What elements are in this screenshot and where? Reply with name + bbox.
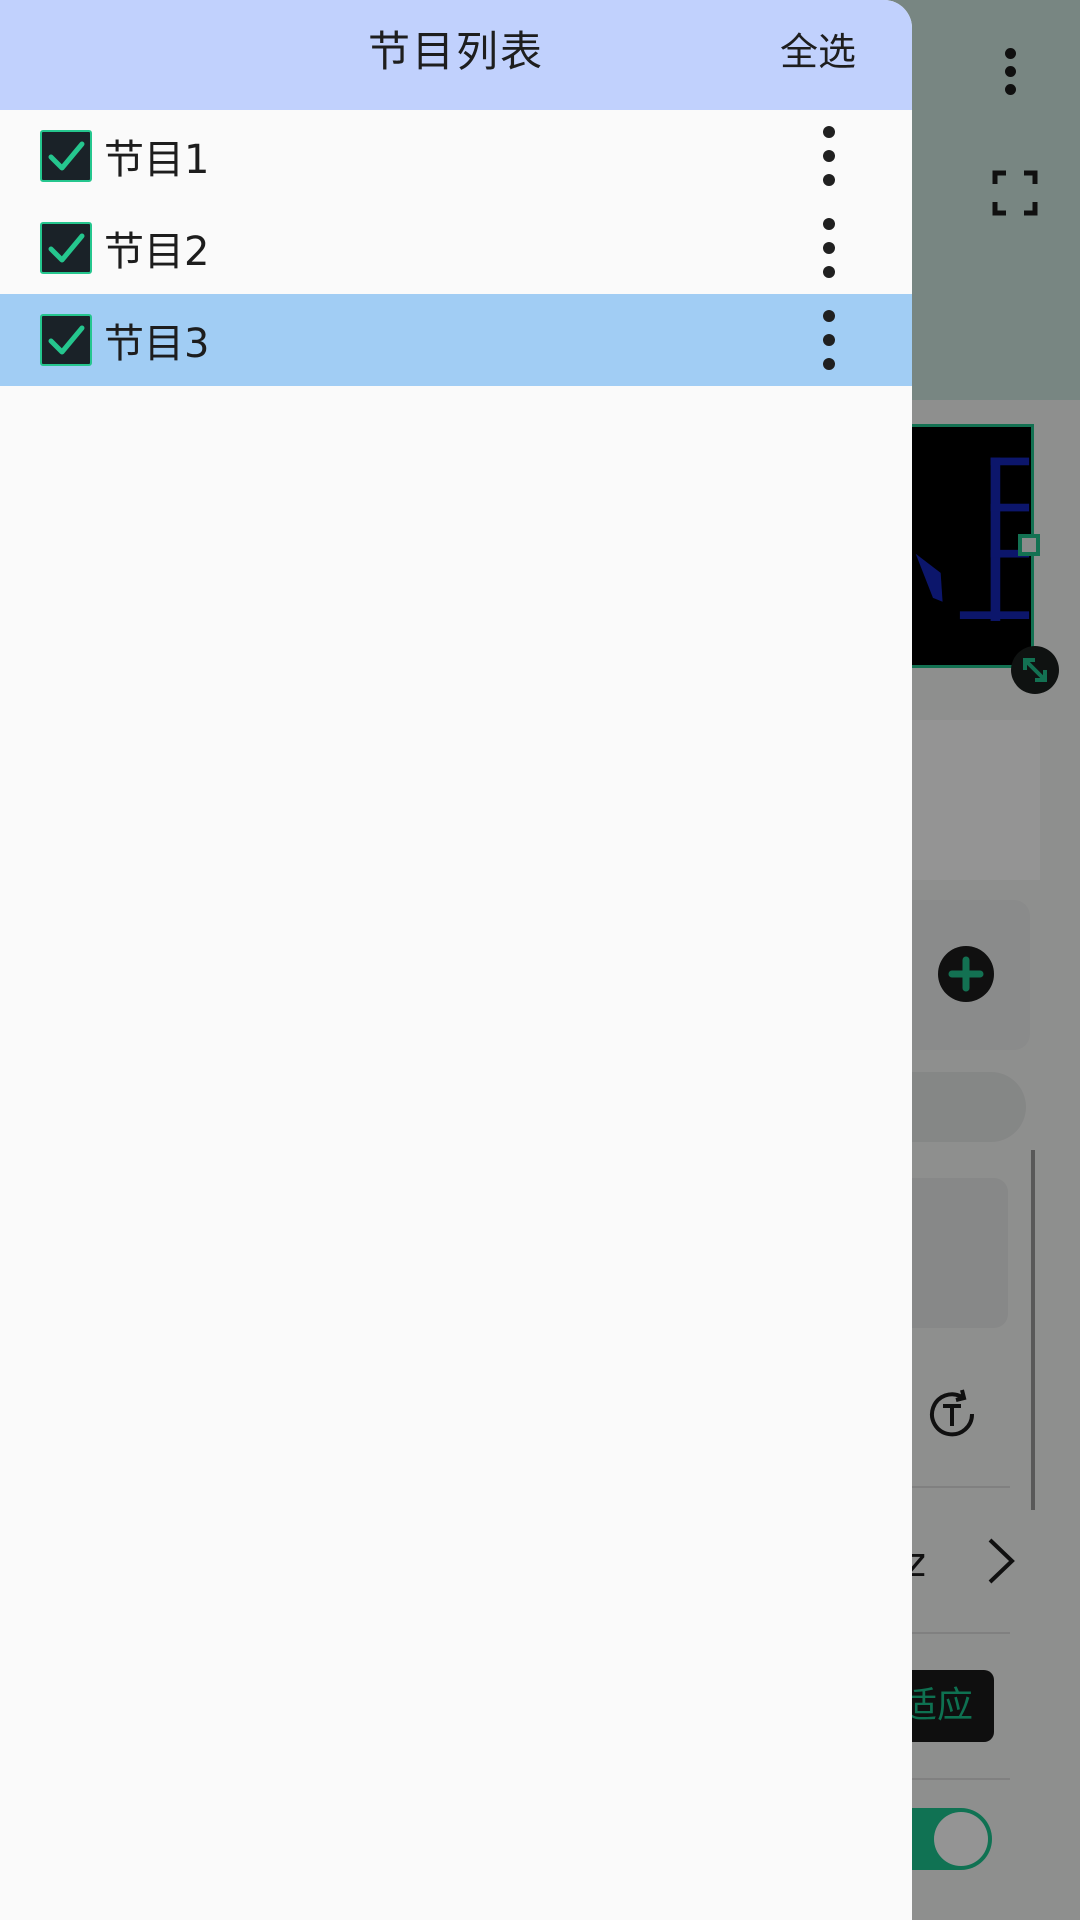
- drawer-title: 节目列表: [367, 27, 544, 76]
- checkmark-icon: [48, 233, 85, 263]
- item-checkbox[interactable]: [40, 130, 92, 182]
- list-item[interactable]: 节目2: [0, 202, 912, 294]
- item-label: 节目2: [104, 229, 210, 275]
- checkmark-icon: [48, 325, 85, 355]
- select-all-button[interactable]: 全选: [780, 0, 856, 104]
- more-vertical-icon[interactable]: [812, 126, 846, 186]
- item-label: 节目1: [104, 137, 210, 183]
- list-item-selected[interactable]: 节目3: [0, 294, 912, 386]
- program-list: 节目1 节目2 节目3: [0, 110, 912, 386]
- item-label: 节目3: [104, 321, 210, 367]
- program-list-drawer: 节目列表 全选 节目1 节目2 节目3: [0, 0, 912, 1920]
- drawer-header: 节目列表 全选: [0, 0, 912, 110]
- list-item[interactable]: 节目1: [0, 110, 912, 202]
- more-vertical-icon[interactable]: [812, 218, 846, 278]
- more-vertical-icon[interactable]: [812, 310, 846, 370]
- item-checkbox[interactable]: [40, 314, 92, 366]
- item-checkbox[interactable]: [40, 222, 92, 274]
- checkmark-icon: [48, 141, 85, 171]
